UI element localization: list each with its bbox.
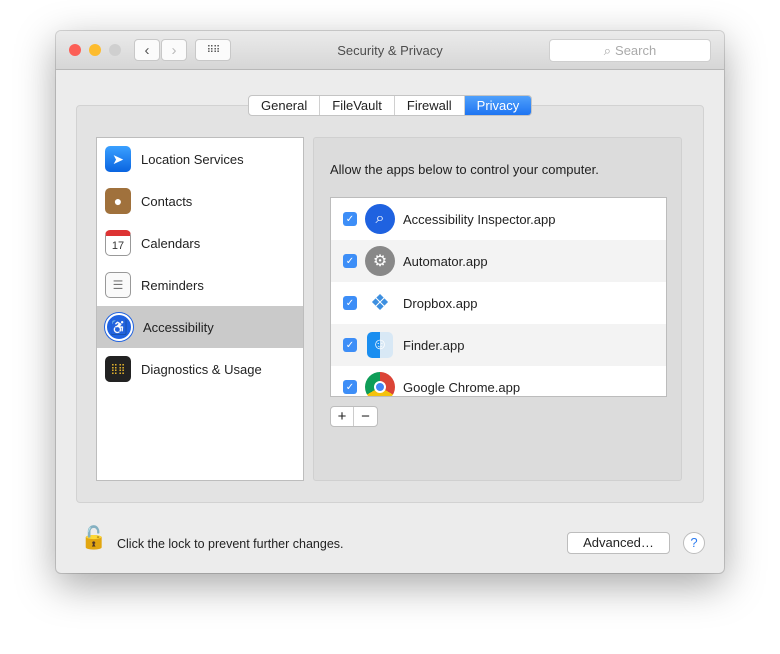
location-arrow-icon: ➤ (105, 146, 131, 172)
accessibility-inspector-icon: ⌕ (365, 204, 395, 234)
search-input[interactable]: ⌕ Search (549, 39, 711, 62)
add-remove-control: + − (330, 406, 378, 427)
privacy-detail-panel: Allow the apps below to control your com… (313, 137, 682, 481)
sidebar-item-diagnostics-usage[interactable]: ⣿⣿ Diagnostics & Usage (97, 348, 303, 390)
app-checkbox[interactable]: ✓ (343, 338, 357, 352)
tab-bar: General FileVault Firewall Privacy (248, 95, 533, 116)
privacy-sidebar: ➤ Location Services ● Contacts 17 Calendars… (96, 137, 304, 481)
diagnostics-icon: ⣿⣿ (105, 356, 131, 382)
dropbox-icon: ❖ (370, 290, 390, 315)
contacts-book-icon: ● (105, 188, 131, 214)
sidebar-item-contacts[interactable]: ● Contacts (97, 180, 303, 222)
sidebar-item-accessibility[interactable]: ♿ Accessibility (97, 306, 303, 348)
app-checkbox[interactable]: ✓ (343, 380, 357, 394)
app-name: Automator.app (403, 253, 488, 269)
calendar-icon: 17 (105, 230, 131, 256)
finder-icon: ☺ (367, 332, 393, 358)
tab-firewall[interactable]: Firewall (395, 96, 465, 115)
accessibility-prompt: Allow the apps below to control your com… (330, 162, 599, 177)
list-item[interactable]: ✓ ☺ Finder.app (331, 324, 666, 366)
app-name: Google Chrome.app (403, 379, 521, 395)
tab-privacy[interactable]: Privacy (464, 96, 532, 115)
app-checkbox[interactable]: ✓ (343, 254, 357, 268)
sidebar-item-label: Location Services (141, 151, 244, 167)
window: ‹ › ⠿⠿ Security & Privacy ⌕ Search Genera… (56, 31, 724, 573)
app-checkbox[interactable]: ✓ (343, 212, 357, 226)
sidebar-item-label: Reminders (141, 277, 204, 293)
help-button[interactable]: ? (683, 532, 705, 554)
lock-icon[interactable]: 🔓 (80, 525, 107, 551)
list-item[interactable]: ✓ ❖ Dropbox.app (331, 282, 666, 324)
sidebar-item-label: Contacts (141, 193, 193, 209)
tab-filevault[interactable]: FileVault (320, 96, 395, 115)
app-list[interactable]: ✓ ⌕ Accessibility Inspector.app ✓ ⚙ Automato… (330, 197, 667, 397)
app-name: Dropbox.app (403, 295, 478, 311)
search-icon: ⌕ (603, 42, 612, 58)
list-item[interactable]: ✓ ⚙ Automator.app (331, 240, 666, 282)
automator-robot-icon: ⚙ (365, 246, 395, 276)
sidebar-item-location-services[interactable]: ➤ Location Services (97, 138, 303, 180)
reminders-list-icon: ☰ (105, 272, 131, 298)
lock-status-text: Click the lock to prevent further change… (117, 537, 344, 551)
app-checkbox[interactable]: ✓ (343, 296, 357, 310)
chrome-icon (365, 372, 395, 396)
list-item[interactable]: ✓ Google Chrome.app (331, 366, 666, 396)
sidebar-item-calendars[interactable]: 17 Calendars (97, 222, 303, 264)
sidebar-item-label: Accessibility (143, 319, 214, 335)
sidebar-item-label: Diagnostics & Usage (141, 361, 262, 377)
app-name: Accessibility Inspector.app (403, 211, 556, 227)
list-item[interactable]: ✓ ⌕ Accessibility Inspector.app (331, 198, 666, 240)
add-app-button[interactable]: + (331, 407, 354, 426)
accessibility-icon: ♿ (105, 313, 133, 341)
titlebar: ‹ › ⠿⠿ Security & Privacy ⌕ Search (56, 31, 724, 70)
sidebar-item-label: Calendars (141, 235, 201, 251)
advanced-button[interactable]: Advanced… (567, 532, 670, 554)
app-name: Finder.app (403, 337, 465, 353)
tab-general[interactable]: General (249, 96, 321, 115)
search-placeholder: Search (615, 43, 657, 58)
sidebar-item-reminders[interactable]: ☰ Reminders (97, 264, 303, 306)
remove-app-button[interactable]: − (354, 407, 377, 426)
